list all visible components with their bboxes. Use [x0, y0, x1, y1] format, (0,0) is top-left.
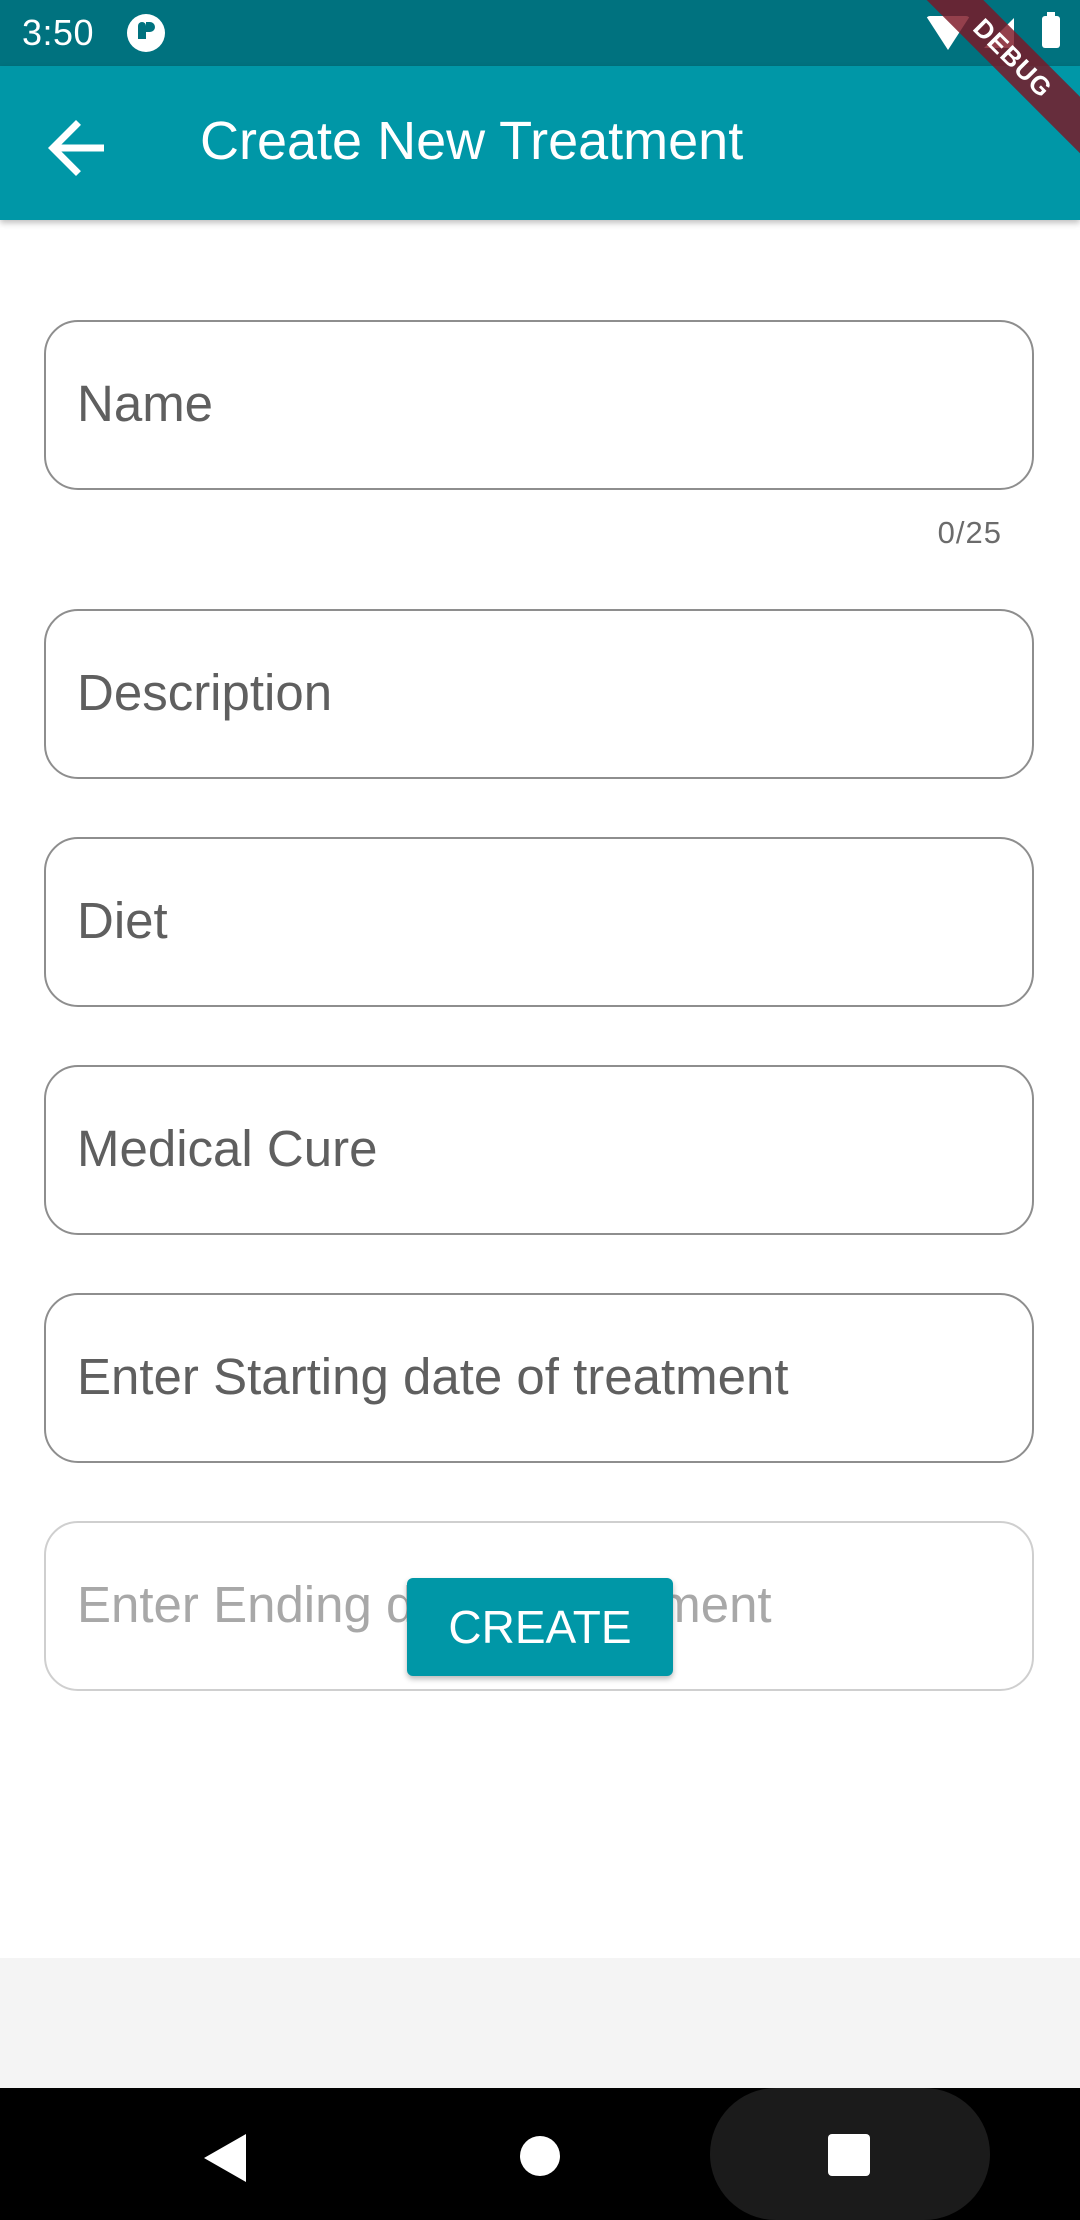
status-bar: 3:50 — [0, 0, 1080, 66]
system-nav-bar — [0, 2088, 1080, 2220]
create-button[interactable]: CREATE — [407, 1578, 673, 1676]
back-button[interactable] — [34, 106, 118, 190]
description-placeholder: Description — [77, 664, 333, 721]
start-date-field[interactable]: Enter Starting date of treatment — [44, 1293, 1034, 1463]
arrow-back-icon — [48, 120, 104, 176]
app-bar: Create New Treatment — [0, 66, 1080, 220]
page-title: Create New Treatment — [200, 111, 744, 171]
diet-field[interactable]: Diet — [44, 837, 1034, 1007]
battery-icon — [1042, 12, 1060, 48]
status-time: 3:50 — [22, 12, 95, 53]
nav-recents-icon[interactable] — [828, 2134, 870, 2176]
app-notification-icon — [127, 14, 165, 52]
name-placeholder: Name — [77, 375, 214, 432]
diet-placeholder: Diet — [77, 892, 168, 949]
nav-back-icon[interactable] — [204, 2134, 246, 2182]
name-field[interactable]: Name — [44, 320, 1034, 490]
medical-cure-placeholder: Medical Cure — [77, 1120, 378, 1177]
wifi-icon — [926, 16, 970, 50]
start-date-placeholder: Enter Starting date of treatment — [77, 1348, 789, 1405]
form-container: Name 0/25 Description Diet Medical Cure … — [0, 220, 1080, 1958]
nav-home-icon[interactable] — [520, 2136, 560, 2176]
bottom-empty-area — [0, 1958, 1080, 2088]
description-field[interactable]: Description — [44, 609, 1034, 779]
name-character-counter: 0/25 — [937, 515, 1002, 550]
signal-icon — [984, 18, 1014, 48]
medical-cure-field[interactable]: Medical Cure — [44, 1065, 1034, 1235]
